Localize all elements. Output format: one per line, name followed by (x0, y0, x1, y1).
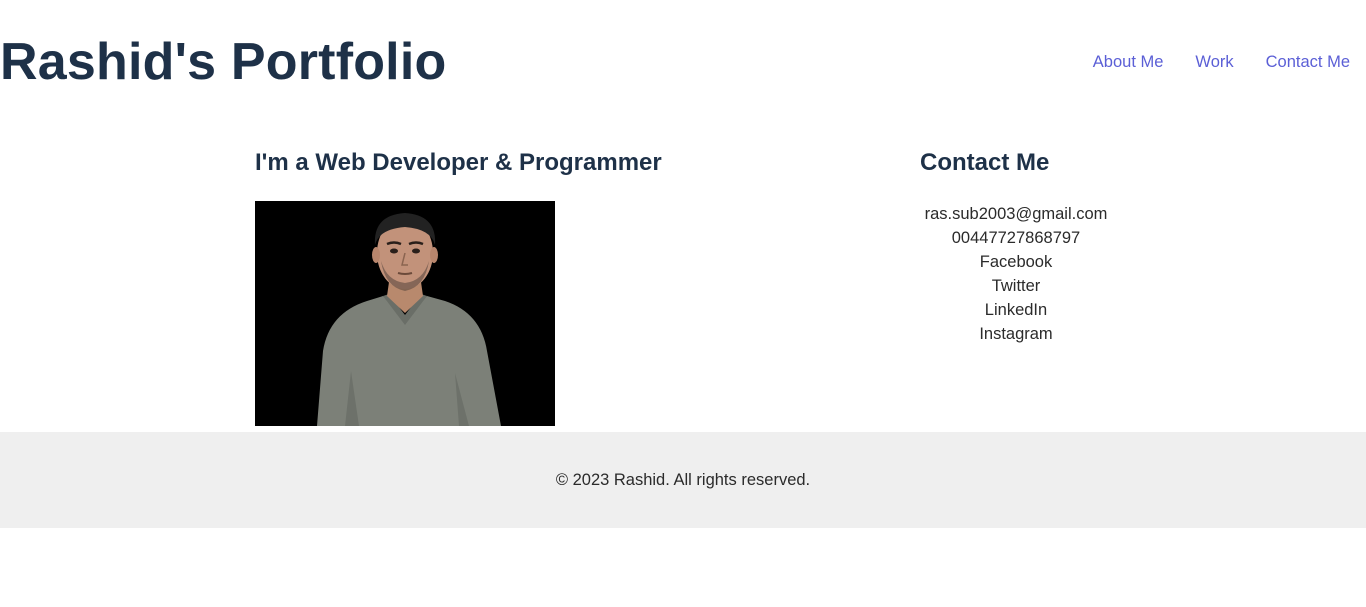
contact-list: ras.sub2003@gmail.com 00447727868797 Fac… (915, 202, 1117, 346)
nav-link-work[interactable]: Work (1195, 50, 1233, 74)
site-header: Rashid's Portfolio About Me Work Contact… (0, 0, 1366, 125)
footer-copyright: © 2023 Rashid. All rights reserved. (555, 470, 811, 489)
contact-instagram[interactable]: Instagram (915, 322, 1117, 346)
contact-email[interactable]: ras.sub2003@gmail.com (915, 202, 1117, 226)
contact-twitter[interactable]: Twitter (915, 274, 1117, 298)
intro-heading: I'm a Web Developer & Programmer (255, 149, 662, 176)
contact-facebook[interactable]: Facebook (915, 250, 1117, 274)
site-title: Rashid's Portfolio (0, 33, 447, 91)
top-nav: About Me Work Contact Me (1093, 50, 1350, 74)
nav-link-about-me[interactable]: About Me (1093, 50, 1164, 74)
contact-heading: Contact Me (920, 149, 1050, 176)
contact-linkedin[interactable]: LinkedIn (915, 298, 1117, 322)
profile-photo-image (255, 201, 555, 426)
contact-phone[interactable]: 00447727868797 (915, 226, 1117, 250)
site-footer: © 2023 Rashid. All rights reserved. (0, 432, 1366, 528)
nav-link-contact-me[interactable]: Contact Me (1266, 50, 1350, 74)
profile-photo (255, 201, 555, 426)
